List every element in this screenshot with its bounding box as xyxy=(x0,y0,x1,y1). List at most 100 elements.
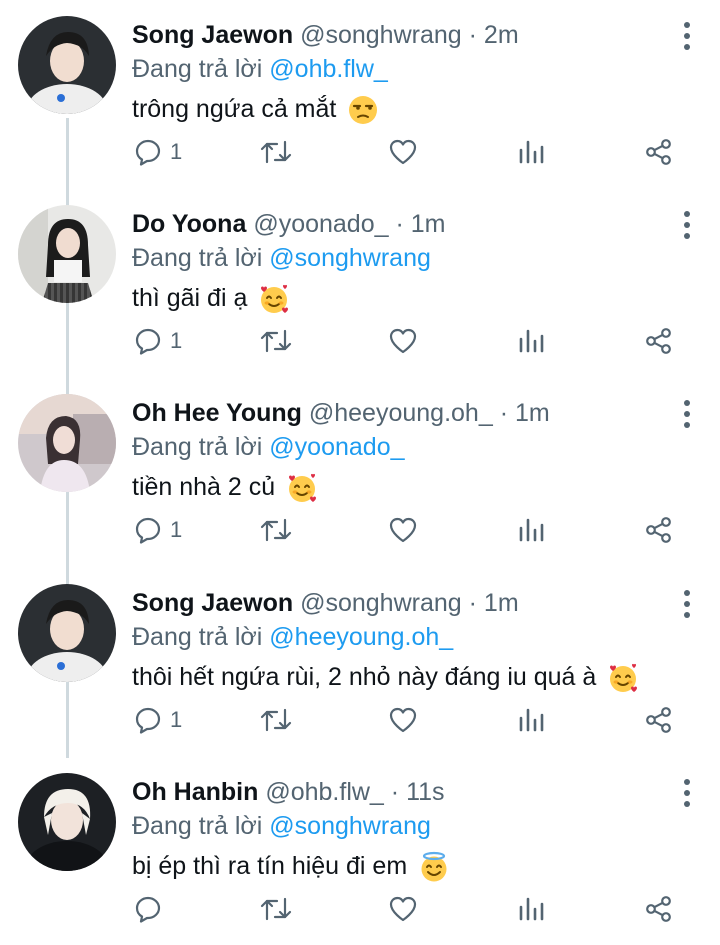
analytics-button[interactable] xyxy=(518,128,544,176)
tweet-text: thôi hết ngứa rùi, 2 nhỏ này đáng iu quá… xyxy=(132,658,639,696)
avatar[interactable] xyxy=(18,584,116,682)
reply-button[interactable]: 1 xyxy=(134,506,182,554)
retweet-button[interactable] xyxy=(260,506,292,554)
timestamp[interactable]: 1m xyxy=(515,399,550,427)
tweet[interactable]: Song Jaewon @songhwrang · 2m Đang trả lờ… xyxy=(0,0,720,188)
tweet[interactable]: Do Yoona @yoonado_ · 1m Đang trả lời @so… xyxy=(0,189,720,377)
like-icon xyxy=(389,139,417,165)
like-button[interactable] xyxy=(388,317,418,365)
user-handle[interactable]: @yoonado_ xyxy=(253,210,388,238)
timestamp[interactable]: 1m xyxy=(411,210,446,238)
replying-label: Đang trả lời xyxy=(132,244,263,272)
analytics-button[interactable] xyxy=(518,317,544,365)
tweet-header: Song Jaewon @songhwrang · 1m xyxy=(132,586,519,620)
like-icon xyxy=(389,896,417,922)
share-button[interactable] xyxy=(645,128,673,176)
share-button[interactable] xyxy=(645,317,673,365)
retweet-button[interactable] xyxy=(260,128,292,176)
reply-icon xyxy=(135,139,161,166)
retweet-icon xyxy=(260,897,292,921)
reply-icon xyxy=(135,517,161,544)
mention-link[interactable]: @ohb.flw_ xyxy=(269,55,388,83)
tweet-actions: 1 xyxy=(0,128,720,176)
retweet-button[interactable] xyxy=(260,885,292,933)
replying-to: Đang trả lời @ohb.flw_ xyxy=(132,52,388,86)
share-button[interactable] xyxy=(645,696,673,744)
reply-button[interactable]: 1 xyxy=(134,317,182,365)
tweet-text-content: thôi hết ngứa rùi, 2 nhỏ này đáng iu quá… xyxy=(132,663,597,691)
tweet-text-content: trông ngứa cả mắt xyxy=(132,95,337,123)
timestamp[interactable]: 2m xyxy=(484,21,519,49)
tweet-text-content: tiền nhà 2 củ xyxy=(132,473,276,501)
tweet-text: thì gãi đi ạ xyxy=(132,279,290,317)
tweet[interactable]: Song Jaewon @songhwrang · 1m Đang trả lờ… xyxy=(0,568,720,756)
reply-button[interactable] xyxy=(134,885,170,933)
analytics-button[interactable] xyxy=(518,885,544,933)
retweet-icon xyxy=(260,140,292,164)
avatar[interactable] xyxy=(18,16,116,114)
like-button[interactable] xyxy=(388,506,418,554)
separator-dot: · xyxy=(499,399,509,427)
tweet-header: Song Jaewon @songhwrang · 2m xyxy=(132,18,519,52)
display-name[interactable]: Oh Hanbin xyxy=(132,778,258,806)
mention-link[interactable]: @songhwrang xyxy=(269,244,431,272)
like-icon xyxy=(389,707,417,733)
display-name[interactable]: Song Jaewon xyxy=(132,589,293,617)
reply-button[interactable]: 1 xyxy=(134,128,182,176)
share-button[interactable] xyxy=(645,506,673,554)
reply-button[interactable]: 1 xyxy=(134,696,182,744)
analytics-button[interactable] xyxy=(518,696,544,744)
replying-label: Đang trả lời xyxy=(132,55,263,83)
avatar[interactable] xyxy=(18,394,116,492)
user-handle[interactable]: @songhwrang xyxy=(300,21,462,49)
mention-link[interactable]: @songhwrang xyxy=(269,812,431,840)
reply-icon xyxy=(135,707,161,734)
tweet-text-content: bị ép thì ra tín hiệu đi em xyxy=(132,852,408,880)
analytics-icon xyxy=(519,329,544,353)
user-handle[interactable]: @ohb.flw_ xyxy=(265,778,384,806)
display-name[interactable]: Do Yoona xyxy=(132,210,246,238)
reply-thread: Song Jaewon @songhwrang · 2m Đang trả lờ… xyxy=(0,0,720,944)
timestamp[interactable]: 1m xyxy=(484,589,519,617)
tweet-text: trông ngứa cả mắt xyxy=(132,90,379,128)
reply-count: 1 xyxy=(170,517,183,542)
display-name[interactable]: Oh Hee Young xyxy=(132,399,302,427)
analytics-icon xyxy=(519,140,544,164)
analytics-button[interactable] xyxy=(518,506,544,554)
mention-link[interactable]: @yoonado_ xyxy=(269,433,404,461)
like-button[interactable] xyxy=(388,128,418,176)
like-icon xyxy=(389,517,417,543)
tweet[interactable]: Oh Hee Young @heeyoung.oh_ · 1m Đang trả… xyxy=(0,378,720,566)
share-icon xyxy=(646,517,671,543)
like-button[interactable] xyxy=(388,696,418,744)
share-button[interactable] xyxy=(645,885,673,933)
like-button[interactable] xyxy=(388,885,418,933)
separator-dot: · xyxy=(390,778,400,806)
retweet-button[interactable] xyxy=(260,317,292,365)
more-icon[interactable] xyxy=(682,22,692,50)
tweet-header: Oh Hanbin @ohb.flw_ · 11s xyxy=(132,775,445,809)
tweet-actions: 1 xyxy=(0,696,720,744)
tweet[interactable]: Oh Hanbin @ohb.flw_ · 11s Đang trả lời @… xyxy=(0,757,720,945)
tweet-header: Oh Hee Young @heeyoung.oh_ · 1m xyxy=(132,396,550,430)
replying-to: Đang trả lời @songhwrang xyxy=(132,809,431,843)
tweet-text: bị ép thì ra tín hiệu đi em xyxy=(132,847,450,885)
more-icon[interactable] xyxy=(682,590,692,618)
more-icon[interactable] xyxy=(682,400,692,428)
avatar[interactable] xyxy=(18,205,116,303)
mention-link[interactable]: @heeyoung.oh_ xyxy=(269,623,453,651)
user-handle[interactable]: @songhwrang xyxy=(300,589,462,617)
replying-to: Đang trả lời @songhwrang xyxy=(132,241,431,275)
more-icon[interactable] xyxy=(682,779,692,807)
share-icon xyxy=(646,328,671,354)
smiling-face-with-hearts-emoji xyxy=(261,285,289,314)
avatar[interactable] xyxy=(18,773,116,871)
analytics-icon xyxy=(519,708,544,732)
user-handle[interactable]: @heeyoung.oh_ xyxy=(309,399,493,427)
retweet-button[interactable] xyxy=(260,696,292,744)
separator-dot: · xyxy=(468,589,477,617)
more-icon[interactable] xyxy=(682,211,692,239)
retweet-icon xyxy=(260,708,292,732)
display-name[interactable]: Song Jaewon xyxy=(132,21,293,49)
timestamp[interactable]: 11s xyxy=(406,778,444,806)
